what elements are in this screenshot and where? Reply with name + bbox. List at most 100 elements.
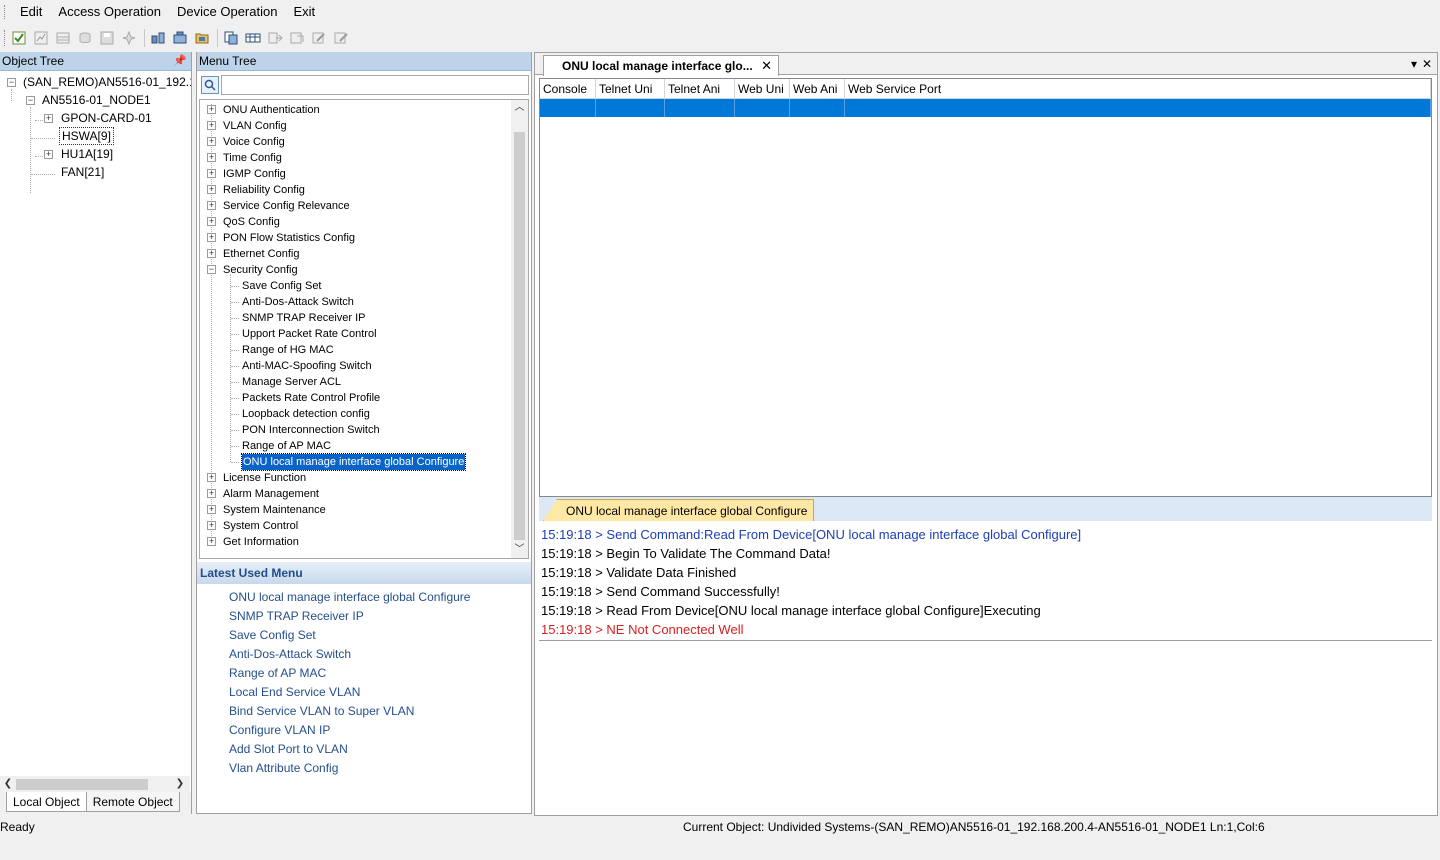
pin-icon[interactable]: 📌 bbox=[173, 52, 187, 71]
menubar-grip[interactable] bbox=[4, 5, 6, 19]
expand-icon[interactable]: + bbox=[207, 489, 216, 498]
menu-item[interactable]: Ethernet Config bbox=[223, 246, 299, 262]
tab-remote-object[interactable]: Remote Object bbox=[85, 792, 180, 812]
menu-subitem[interactable]: Packets Rate Control Profile bbox=[242, 390, 380, 406]
tree-node-root[interactable]: (SAN_REMO)AN5516-01_192.168 bbox=[23, 73, 191, 91]
menu-item[interactable]: VLAN Config bbox=[223, 118, 287, 134]
expand-icon[interactable]: + bbox=[207, 537, 216, 546]
tab-list-icon[interactable]: ▾ bbox=[1411, 56, 1417, 72]
column-header[interactable]: Telnet Ani bbox=[665, 79, 735, 99]
horizontal-scrollbar[interactable]: ❮ ❯ bbox=[0, 776, 190, 792]
folder-icon[interactable] bbox=[193, 29, 211, 47]
check-icon[interactable] bbox=[10, 29, 28, 47]
menu-item[interactable]: Alarm Management bbox=[223, 486, 319, 502]
export-icon[interactable] bbox=[266, 29, 284, 47]
save-icon[interactable] bbox=[98, 29, 116, 47]
menu-item[interactable]: IGMP Config bbox=[223, 166, 286, 182]
menu-exit[interactable]: Exit bbox=[285, 1, 323, 23]
table-row[interactable] bbox=[540, 99, 1431, 117]
edit-icon[interactable] bbox=[288, 29, 306, 47]
table-cell[interactable] bbox=[540, 99, 596, 117]
collapse-icon[interactable]: − bbox=[26, 96, 35, 105]
menu-item[interactable]: Time Config bbox=[223, 150, 282, 166]
table-cell[interactable] bbox=[596, 99, 665, 117]
close-tab-icon[interactable]: ✕ bbox=[761, 56, 772, 76]
chart-icon[interactable] bbox=[32, 29, 50, 47]
close-icon[interactable]: ✕ bbox=[1422, 56, 1432, 72]
column-header[interactable]: Console bbox=[540, 79, 596, 99]
menu-subitem[interactable]: Anti-MAC-Spoofing Switch bbox=[242, 358, 372, 374]
latest-menu-link[interactable]: Bind Service VLAN to Super VLAN bbox=[229, 702, 414, 721]
expand-icon[interactable]: + bbox=[207, 137, 216, 146]
net-icon[interactable] bbox=[149, 29, 167, 47]
table-cell[interactable] bbox=[665, 99, 735, 117]
menu-item[interactable]: Service Config Relevance bbox=[223, 198, 350, 214]
table-cell[interactable] bbox=[735, 99, 790, 117]
expand-icon[interactable]: + bbox=[207, 249, 216, 258]
toolbar-grip[interactable] bbox=[4, 30, 6, 46]
menu-item[interactable]: ONU Authentication bbox=[223, 102, 320, 118]
column-header[interactable]: Web Service Port bbox=[845, 79, 1431, 99]
edit3-icon[interactable] bbox=[332, 29, 350, 47]
tab-local-object[interactable]: Local Object bbox=[6, 792, 87, 812]
latest-menu-link[interactable]: Save Config Set bbox=[229, 626, 316, 645]
latest-menu-link[interactable]: Vlan Attribute Config bbox=[229, 759, 338, 778]
expand-icon[interactable]: + bbox=[207, 153, 216, 162]
tree-node-fan[interactable]: FAN[21] bbox=[61, 163, 104, 181]
latest-menu-link[interactable]: Configure VLAN IP bbox=[229, 721, 330, 740]
table-icon[interactable] bbox=[244, 29, 262, 47]
menu-subitem[interactable]: Loopback detection config bbox=[242, 406, 370, 422]
menu-subitem[interactable]: Anti-Dos-Attack Switch bbox=[242, 294, 354, 310]
expand-icon[interactable]: + bbox=[207, 105, 216, 114]
search-icon[interactable] bbox=[201, 76, 219, 94]
net2-icon[interactable] bbox=[171, 29, 189, 47]
menu-edit[interactable]: Edit bbox=[12, 1, 50, 23]
table-cell[interactable] bbox=[845, 99, 1431, 117]
latest-menu-link[interactable]: Anti-Dos-Attack Switch bbox=[229, 645, 351, 664]
column-header[interactable]: Web Uni bbox=[735, 79, 790, 99]
menu-item[interactable]: Voice Config bbox=[223, 134, 285, 150]
expand-icon[interactable]: + bbox=[44, 114, 53, 123]
document-tab[interactable]: ONU local manage interface glo... ✕ bbox=[543, 55, 779, 76]
menu-access-operation[interactable]: Access Operation bbox=[50, 1, 169, 23]
tree-node-gpon-card[interactable]: GPON-CARD-01 bbox=[61, 109, 152, 127]
menu-search-input[interactable] bbox=[221, 75, 529, 95]
menu-item[interactable]: QoS Config bbox=[223, 214, 280, 230]
copy-icon[interactable] bbox=[222, 29, 240, 47]
latest-menu-link[interactable]: ONU local manage interface global Config… bbox=[229, 588, 470, 607]
scroll-left-icon[interactable]: ❮ bbox=[0, 776, 16, 792]
collapse-icon[interactable]: − bbox=[7, 78, 16, 87]
latest-menu-link[interactable]: Range of AP MAC bbox=[229, 664, 326, 683]
collapse-icon[interactable]: − bbox=[207, 265, 216, 274]
expand-icon[interactable]: + bbox=[207, 233, 216, 242]
scrollbar-thumb[interactable] bbox=[514, 132, 525, 540]
menu-item[interactable]: System Control bbox=[223, 518, 298, 534]
grid-icon[interactable] bbox=[54, 29, 72, 47]
menu-item[interactable]: System Maintenance bbox=[223, 502, 326, 518]
menu-subitem[interactable]: Range of HG MAC bbox=[242, 342, 334, 358]
expand-icon[interactable]: + bbox=[207, 201, 216, 210]
expand-icon[interactable]: + bbox=[207, 505, 216, 514]
menu-item[interactable]: Get Information bbox=[223, 534, 299, 550]
expand-icon[interactable]: + bbox=[207, 521, 216, 530]
tree-node-hswa[interactable]: HSWA[9] bbox=[59, 127, 114, 145]
scroll-right-icon[interactable]: ❯ bbox=[172, 776, 188, 792]
menu-subitem[interactable]: Manage Server ACL bbox=[242, 374, 341, 390]
tree-node-hu1a[interactable]: HU1A[19] bbox=[61, 145, 113, 163]
menu-item-selected[interactable]: ONU local manage interface global Config… bbox=[240, 453, 467, 471]
menu-device-operation[interactable]: Device Operation bbox=[169, 1, 285, 23]
expand-icon[interactable]: + bbox=[207, 473, 216, 482]
table-cell[interactable] bbox=[790, 99, 845, 117]
expand-icon[interactable]: + bbox=[207, 217, 216, 226]
expand-icon[interactable]: + bbox=[207, 169, 216, 178]
menu-item[interactable]: License Function bbox=[223, 470, 306, 486]
menu-subitem[interactable]: SNMP TRAP Receiver IP bbox=[242, 310, 366, 326]
menu-item[interactable]: Reliability Config bbox=[223, 182, 305, 198]
db-icon[interactable] bbox=[76, 29, 94, 47]
expand-icon[interactable]: + bbox=[44, 150, 53, 159]
expand-icon[interactable]: + bbox=[207, 121, 216, 130]
vertical-scrollbar[interactable]: ︿ ﹀ bbox=[511, 100, 528, 558]
latest-menu-link[interactable]: Local End Service VLAN bbox=[229, 683, 360, 702]
latest-menu-link[interactable]: SNMP TRAP Receiver IP bbox=[229, 607, 364, 626]
scroll-down-icon[interactable]: ﹀ bbox=[511, 542, 528, 558]
